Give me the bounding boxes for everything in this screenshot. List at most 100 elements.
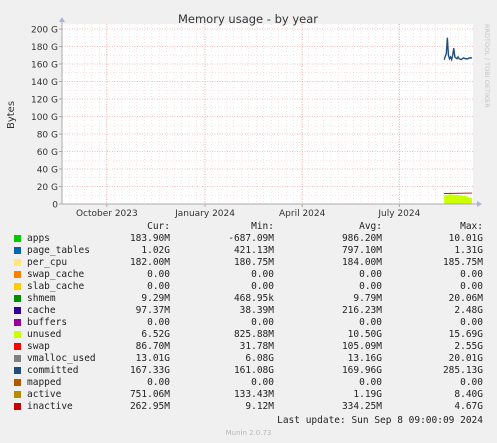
legend-swatch [14,295,21,302]
legend-row: committed 167.33G 161.08G 169.96G 285.13G [0,365,497,377]
legend-name: unused [27,329,62,340]
legend-row: vmalloc_used 13.01G 6.08G 13.16G 20.01G [0,353,497,365]
series-committed-point [453,47,455,49]
legend-avg: 105.09M [341,341,382,352]
y-tick-label: 100 G [31,113,58,123]
legend-max: 0.00 [460,317,483,328]
legend-avg: 10.50G [347,329,382,340]
legend-name: apps [27,233,50,244]
legend-min: 0.00 [251,317,274,328]
legend-name: buffers [27,317,68,328]
legend-max: 15.69G [448,329,483,340]
legend-max: 185.75M [442,257,483,268]
legend-min: 0.00 [251,377,274,388]
series-committed-point [467,58,468,60]
legend-swatch [14,367,21,374]
series-unused-point [471,198,473,199]
legend-cur: 86.70M [135,341,170,352]
legend-row: cache 97.37M 38.39M 216.23M 2.48G [0,305,497,317]
legend-avg: 986.20M [341,233,382,244]
legend-cur: 6.52G [141,329,170,340]
legend-row: buffers 0.00 0.00 0.00 0.00 [0,317,497,329]
series-inactive-point [443,193,445,194]
x-tick-label: January 2024 [174,209,235,219]
legend-avg: 334.25M [341,401,382,412]
legend-row: per_cpu 182.00M 180.75M 184.00M 185.75M [0,257,497,269]
legend-swatch [14,343,21,350]
series-unused-point [458,194,460,196]
legend-swatch [14,379,21,386]
legend-max: 20.06M [448,293,483,304]
legend-max: 1.31G [454,245,483,256]
legend-row: inactive 262.95M 9.12M 334.25M 4.67G [0,401,497,413]
series-unused-point [450,194,451,195]
legend-row: page_tables 1.02G 421.13M 797.10M 1.31G [0,245,497,257]
legend-avg: 0.00 [359,317,382,328]
x-tick-label: July 2024 [377,209,420,219]
y-tick-label: 40 G [37,166,58,176]
legend-header-min: Min: [251,221,274,232]
series-unused-point [443,194,445,196]
legend-min: 421.13M [233,245,274,256]
y-tick-label: 180 G [31,43,58,53]
series-committed-point [443,59,445,60]
legend-cur: 262.95M [129,401,170,412]
legend-header-avg: Avg: [359,221,382,232]
legend-swatch [14,271,21,278]
legend-name: committed [27,365,79,376]
legend-min: 133.43M [233,389,274,400]
legend-max: 10.01G [448,233,483,244]
legend-avg: 13.16G [347,353,382,364]
legend-avg: 797.10M [341,245,382,256]
legend-row: apps 183.90M -687.09M 986.20M 10.01G [0,233,497,245]
legend-avg: 0.00 [359,281,382,292]
x-axis-arrow [477,201,482,207]
legend-avg: 169.96G [341,365,382,376]
legend-min: 0.00 [251,281,274,292]
legend-name: page_tables [27,245,90,256]
y-tick-label: 20 G [37,183,58,193]
legend-cur: 751.06M [129,389,170,400]
legend-min: 31.78M [239,341,274,352]
legend-swatch [14,307,21,314]
plot-background [62,24,473,204]
y-axis-arrow [59,17,65,22]
series-committed-point [450,56,451,58]
legend-name: slab_cache [27,281,85,292]
legend-min: 468.95k [233,293,274,304]
legend-header-cur: Cur: [147,221,170,232]
legend-name: swap [27,341,50,352]
legend-avg: 0.00 [359,377,382,388]
y-axis-label: Bytes [6,101,17,129]
legend-swatch [14,247,21,254]
legend-row: active 751.06M 133.43M 1.19G 8.40G [0,389,497,401]
legend-max: 0.00 [460,269,483,280]
series-committed-point [457,56,459,58]
legend-avg: 1.19G [353,389,382,400]
y-tick-label: 0 [52,201,58,211]
legend-max: 2.48G [454,305,483,316]
rrdtool-credit: RRDTOOL / TOBI OETIKER [483,24,491,108]
legend-row: mapped 0.00 0.00 0.00 0.00 [0,377,497,389]
legend-swatch [14,391,21,398]
legend-swatch [14,283,21,290]
legend-min: 9.12M [245,401,274,412]
legend-row: shmem 9.29M 468.95k 9.79M 20.06M [0,293,497,305]
legend-cur: 183.90M [129,233,170,244]
legend-avg: 0.00 [359,269,382,280]
series-committed-point [452,54,454,56]
y-tick-label: 160 G [31,61,58,71]
legend-row: swap_cache 0.00 0.00 0.00 0.00 [0,269,497,281]
legend-max: 0.00 [460,377,483,388]
legend-avg: 184.00M [341,257,382,268]
series-committed-point [454,56,456,58]
legend-name: swap_cache [27,269,85,280]
x-tick-label: October 2023 [76,209,138,219]
y-tick-label: 200 G [31,26,58,36]
legend-cur: 1.02G [141,245,170,256]
series-committed-point [460,59,462,60]
legend-swatch [14,403,21,410]
series-committed-point [455,57,457,59]
legend-max: 4.67G [454,401,483,412]
series-committed-point [449,58,450,60]
